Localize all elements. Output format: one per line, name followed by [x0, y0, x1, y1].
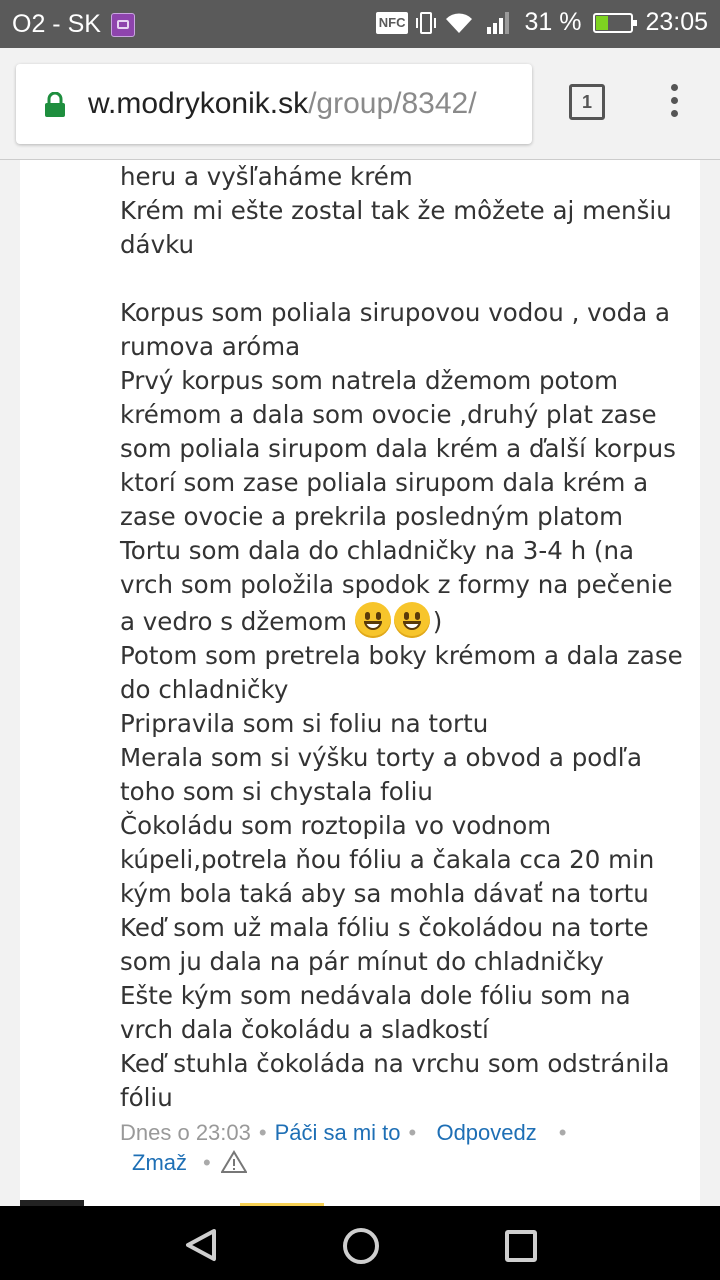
status-right: NFC 31 % 23:05: [375, 8, 708, 37]
comment-line: Keď stuhla čokoláda na vrchu som odstrán…: [120, 1049, 670, 1112]
clock: 23:05: [645, 8, 708, 36]
like-link[interactable]: Páči sa mi to: [275, 1120, 401, 1145]
comment-line: Potom som pretrela boky krémom a dala za…: [120, 641, 683, 704]
status-left: O2 - SK: [12, 10, 135, 39]
comment-meta-row2: Zmaž •: [132, 1148, 247, 1178]
comment-line: Merala som si výšku torty a obvod a podľ…: [120, 743, 643, 806]
separator-dot: •: [408, 1120, 417, 1145]
comment-timestamp: Dnes o 23:03: [120, 1120, 251, 1145]
tab-switcher-button[interactable]: 1: [569, 84, 605, 120]
comment-line: Ešte kým som nedávala dole fóliu som na …: [120, 981, 631, 1044]
grinning-face-icon: [393, 602, 430, 638]
battery-percent: 31 %: [524, 8, 582, 36]
closing-paren: ): [432, 607, 443, 636]
wifi-icon: [446, 12, 473, 33]
comment-line: Krém mi ešte zostal tak že môžete aj men…: [120, 196, 672, 259]
separator-dot: •: [558, 1120, 567, 1145]
url-text[interactable]: w.modrykonik.sk/group/8342/: [88, 86, 522, 122]
system-nav-bar: [0, 1206, 720, 1280]
comment-line: Čokoládu som roztopila vo vodnom kúpeli,…: [120, 811, 655, 908]
vibrate-icon: [416, 11, 437, 34]
comment-line-with-emoji: Tortu som dala do chladničky na 3-4 h (n…: [120, 534, 685, 639]
grinning-face-icon: [354, 602, 391, 638]
browser-toolbar: w.modrykonik.sk/group/8342/ 1: [0, 48, 720, 160]
back-icon[interactable]: [184, 1228, 218, 1262]
comment-card: heru a vyšľaháme krém Krém mi ešte zosta…: [20, 160, 700, 1206]
comment-line: Prvý korpus som natrela džemom potom kré…: [120, 366, 676, 531]
report-warning-icon[interactable]: [220, 1150, 247, 1174]
page-content: heru a vyšľaháme krém Krém mi ešte zosta…: [0, 160, 720, 1206]
comment-line: heru a vyšľaháme krém: [120, 162, 413, 191]
nfc-icon: NFC: [375, 11, 409, 34]
battery-charging-icon: [593, 12, 638, 33]
carrier-label: O2 - SK: [12, 10, 101, 38]
comment-line: Korpus som poliala sirupovou vodou , vod…: [120, 298, 671, 361]
delete-link[interactable]: Zmaž: [132, 1150, 187, 1175]
comment-body: heru a vyšľaháme krém Krém mi ešte zosta…: [120, 160, 685, 1115]
comment-line: Keď som už mala fóliu s čokoládou na tor…: [120, 913, 649, 976]
overflow-menu-icon[interactable]: [664, 84, 684, 124]
home-icon[interactable]: [343, 1228, 379, 1264]
separator-dot: •: [258, 1120, 267, 1145]
signal-icon: [487, 11, 510, 34]
recent-apps-icon[interactable]: [505, 1230, 537, 1262]
url-host: w.modrykonik.sk: [88, 87, 309, 120]
reply-link[interactable]: Odpovedz: [436, 1120, 536, 1145]
status-bar: O2 - SK NFC 31 % 23:05: [0, 0, 720, 48]
comment-line: Pripravila som si foliu na tortu: [120, 709, 489, 738]
address-bar[interactable]: w.modrykonik.sk/group/8342/: [16, 64, 532, 144]
comment-line-blank: [120, 262, 685, 296]
url-path: /group/8342/: [308, 87, 477, 120]
lock-icon: [45, 92, 65, 117]
comment-meta: Dnes o 23:03 • Páči sa mi to • Odpovedz •: [120, 1118, 690, 1148]
gallery-notification-icon: [110, 12, 135, 37]
separator-dot: •: [203, 1150, 211, 1175]
